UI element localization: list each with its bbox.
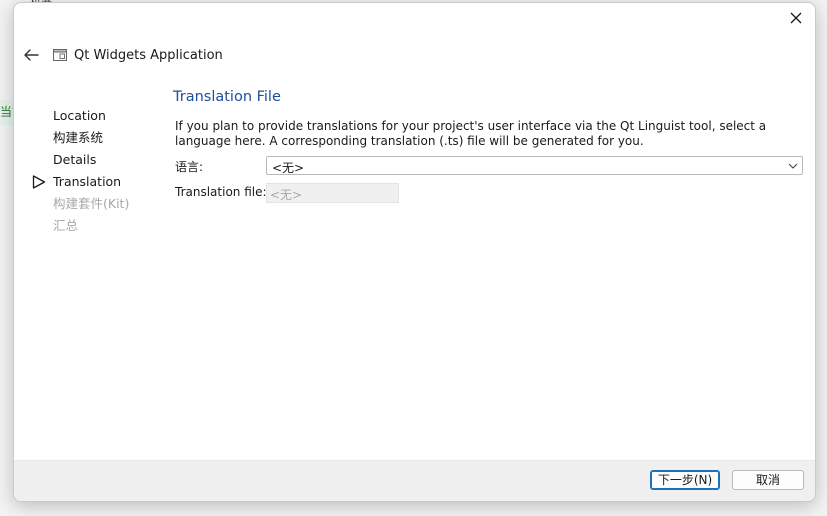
step-summary: 汇总: [32, 215, 162, 237]
close-icon: [790, 12, 802, 24]
wizard-title: Qt Widgets Application: [74, 47, 223, 63]
page-description: If you plan to provide translations for …: [175, 119, 767, 148]
step-label: 汇总: [53, 218, 79, 233]
wizard-header: Qt Widgets Application: [22, 45, 223, 65]
step-build-system: 构建系统: [32, 127, 162, 149]
language-label: 语言:: [175, 160, 204, 174]
chevron-down-icon: [788, 163, 798, 169]
translation-file-row: Translation file: <无>: [172, 181, 806, 205]
step-label: 构建套件(Kit): [53, 196, 130, 211]
language-row: 语言: <无>: [172, 154, 806, 178]
step-translation: Translation: [32, 171, 162, 193]
wizard-steps-sidebar: Location 构建系统 Details Translation 构建套件(K…: [32, 105, 162, 237]
step-details: Details: [32, 149, 162, 171]
background-window-tab-label: 当前: [0, 105, 14, 119]
step-label: Details: [53, 152, 97, 167]
window-icon: [53, 49, 67, 61]
step-label: 构建系统: [53, 130, 104, 145]
language-combobox[interactable]: <无>: [266, 156, 803, 175]
back-arrow-icon[interactable]: [22, 47, 40, 63]
language-combobox-value: <无>: [272, 161, 305, 175]
wizard-page-content: Translation File If you plan to provide …: [172, 89, 806, 205]
translation-file-label: Translation file:: [175, 185, 267, 199]
current-step-triangle-icon: [32, 175, 46, 189]
step-label: Location: [53, 108, 106, 123]
step-location: Location: [32, 105, 162, 127]
new-project-wizard-dialog: Qt Widgets Application Location 构建系统 Det…: [13, 2, 816, 502]
step-kits: 构建套件(Kit): [32, 193, 162, 215]
translation-file-field: <无>: [266, 183, 399, 203]
close-button[interactable]: [783, 7, 809, 29]
page-title: Translation File: [173, 89, 281, 105]
cancel-button[interactable]: 取消: [732, 470, 804, 490]
step-label: Translation: [53, 174, 122, 189]
translation-file-value: <无>: [270, 188, 303, 202]
wizard-footer: 下一步(N) 取消: [14, 460, 815, 501]
next-button[interactable]: 下一步(N): [650, 470, 720, 490]
